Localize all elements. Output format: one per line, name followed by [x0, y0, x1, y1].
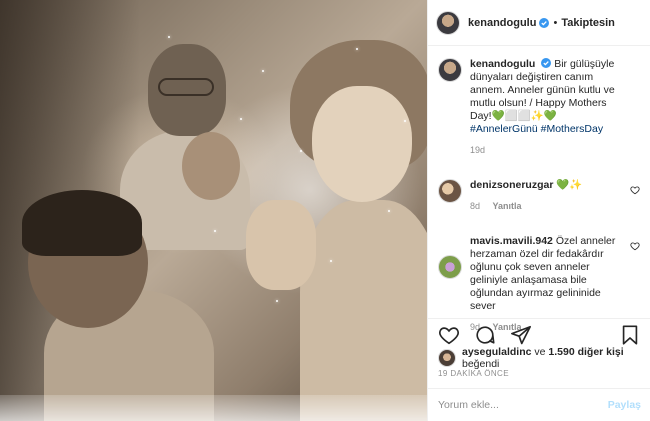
caption-emojis: 💚⬜⬜✨💚: [491, 110, 557, 122]
heart-icon[interactable]: [438, 324, 460, 346]
comment-username[interactable]: denizsoneruzgar: [470, 179, 553, 191]
photo-mother-face: [312, 86, 412, 202]
likes-others-link[interactable]: 1.590 diğer kişi: [548, 346, 623, 358]
comments-list[interactable]: kenandogulu Bir gülüşüyle dünyaları deği…: [428, 46, 650, 336]
follow-state-button[interactable]: Takiptesin: [561, 17, 615, 29]
photo-hands: [246, 200, 316, 290]
post-timestamp[interactable]: 19 DAKİKA ÖNCE: [438, 369, 509, 378]
verified-badge-icon: [541, 58, 552, 68]
post-header: kenandogulu • Takiptesin: [428, 0, 650, 46]
photo-sparkle: [330, 260, 332, 262]
photo-table: [0, 395, 427, 421]
comment-avatar[interactable]: [438, 179, 462, 203]
comment-heart-icon[interactable]: [630, 241, 640, 251]
liker-avatar[interactable]: [438, 349, 456, 367]
post-details-panel: kenandogulu • Takiptesin kenandogulu Bir…: [427, 0, 650, 421]
header-separator: •: [553, 16, 558, 29]
liker-username[interactable]: aysegulaldinc: [462, 346, 531, 358]
post-photo[interactable]: [0, 0, 427, 421]
photo-sparkle: [240, 118, 242, 120]
add-comment-bar: Paylaş: [428, 388, 650, 421]
author-username[interactable]: kenandogulu: [468, 17, 536, 29]
comment-input[interactable]: [438, 399, 608, 411]
caption: kenandogulu Bir gülüşüyle dünyaları deği…: [438, 58, 640, 157]
photo-sparkle: [300, 150, 302, 152]
photo-mother-body: [300, 200, 427, 421]
photo-sparkle: [356, 48, 358, 50]
photo-sparkle: [168, 36, 170, 38]
likes-summary: aysegulaldinc ve 1.590 diğer kişi beğend…: [438, 346, 650, 370]
comment-icon[interactable]: [474, 324, 496, 346]
photo-sparkle: [276, 300, 278, 302]
photo-sparkle: [262, 70, 264, 72]
comment-username[interactable]: mavis.mavili.942: [470, 235, 553, 247]
caption-username[interactable]: kenandogulu: [470, 58, 535, 70]
verified-badge-icon: [539, 17, 550, 28]
caption-avatar[interactable]: [438, 58, 462, 82]
comment-text: 💚✨: [556, 179, 583, 191]
author-avatar[interactable]: [436, 10, 460, 35]
photo-small-child: [182, 132, 240, 200]
caption-age[interactable]: 19d: [470, 145, 485, 155]
bookmark-icon[interactable]: [619, 324, 641, 346]
photo-sparkle: [388, 210, 390, 212]
photo-glasses: [158, 78, 214, 96]
reply-button[interactable]: Yanıtla: [493, 201, 522, 211]
caption-hashtags[interactable]: #AnnelerGünü #MothersDay: [470, 123, 603, 135]
photo-child-hair: [22, 190, 142, 256]
comment-item: denizsoneruzgar 💚✨ 8d Yanıtla: [438, 179, 640, 213]
comment-avatar[interactable]: [438, 255, 462, 279]
instagram-post: kenandogulu • Takiptesin kenandogulu Bir…: [0, 0, 650, 421]
comment-meta: 8d Yanıtla: [470, 200, 626, 213]
post-comment-button[interactable]: Paylaş: [608, 399, 641, 411]
photo-sparkle: [214, 230, 216, 232]
caption-meta: 19d: [470, 144, 626, 157]
photo-sparkle: [404, 120, 406, 122]
comment-heart-icon[interactable]: [630, 185, 640, 195]
paper-plane-icon[interactable]: [510, 324, 532, 346]
comment-age[interactable]: 8d: [470, 201, 480, 211]
likes-connector: ve: [534, 346, 546, 358]
